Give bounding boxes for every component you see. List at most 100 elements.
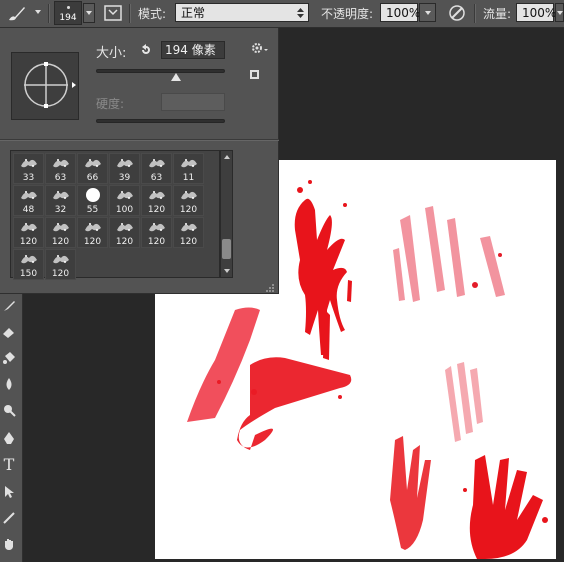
paint-bucket-icon[interactable] bbox=[0, 348, 18, 368]
brush-preset-panel: 大小: 194 像素 硬度: 33 63 66 39 63 11 48 32 55 100 120 1… bbox=[0, 27, 279, 294]
brush-preset-item[interactable]: 120 bbox=[173, 185, 204, 216]
toggle-brush-panel-button[interactable] bbox=[103, 4, 123, 22]
brush-preset-size: 63 bbox=[150, 173, 163, 183]
brush-preset-picker[interactable]: 194 bbox=[54, 1, 82, 25]
brush-preset-thumbnail-icon bbox=[20, 220, 38, 234]
brush-preset-item[interactable]: 120 bbox=[45, 249, 76, 280]
brush-preset-size: 100 bbox=[115, 205, 134, 215]
brush-preset-item[interactable]: 66 bbox=[77, 153, 108, 184]
scroll-up-arrow-icon[interactable] bbox=[224, 155, 230, 159]
size-slider[interactable] bbox=[96, 69, 225, 85]
chevron-down-icon bbox=[86, 11, 92, 15]
brush-preset-item[interactable]: 48 bbox=[13, 185, 44, 216]
brush-preset-item[interactable]: 32 bbox=[45, 185, 76, 216]
flow-label: 流量: bbox=[483, 7, 512, 21]
chevron-down-icon bbox=[557, 11, 563, 15]
pen-icon[interactable] bbox=[0, 428, 18, 448]
brush-preset-item[interactable]: 63 bbox=[141, 153, 172, 184]
brush-preset-item[interactable]: 120 bbox=[77, 217, 108, 248]
brush-preset-thumbnail-icon bbox=[52, 220, 70, 234]
blur-icon[interactable] bbox=[0, 374, 18, 394]
brush-preset-size: 120 bbox=[83, 237, 102, 247]
brush-preset-dropdown[interactable] bbox=[83, 3, 95, 23]
brush-preset-item[interactable]: 33 bbox=[13, 153, 44, 184]
hand-icon[interactable] bbox=[0, 534, 18, 554]
brush-preset-item[interactable]: 100 bbox=[109, 185, 140, 216]
brush-dot-icon bbox=[67, 6, 70, 9]
brush-preset-size: 120 bbox=[115, 237, 134, 247]
mode-label: 模式: bbox=[138, 7, 167, 21]
scrollbar-thumb[interactable] bbox=[222, 239, 231, 259]
brush-preset-item[interactable]: 120 bbox=[13, 217, 44, 248]
brush-preset-size: 120 bbox=[51, 237, 70, 247]
brush-tool-icon[interactable] bbox=[6, 3, 28, 23]
size-slider-thumb[interactable] bbox=[170, 73, 181, 81]
preset-scrollbar[interactable] bbox=[220, 150, 233, 278]
brush-icon[interactable] bbox=[0, 296, 18, 316]
brush-preset-grid[interactable]: 33 63 66 39 63 11 48 32 55 100 120 120 120 120 120 120 1… bbox=[10, 150, 220, 280]
brush-preset-item[interactable]: 11 bbox=[173, 153, 204, 184]
brush-preset-thumbnail-icon bbox=[20, 252, 38, 266]
updown-arrows-icon bbox=[297, 8, 304, 18]
divider bbox=[0, 139, 279, 140]
brush-preset-size: 48 bbox=[22, 205, 35, 215]
opacity-label: 不透明度: bbox=[321, 7, 374, 21]
divider bbox=[474, 4, 475, 23]
dodge-icon[interactable] bbox=[0, 400, 18, 420]
brush-preset-size: 120 bbox=[179, 205, 198, 215]
brush-preset-item[interactable]: 63 bbox=[45, 153, 76, 184]
crosshair-circle-icon bbox=[24, 62, 76, 108]
brush-preset-thumbnail-icon bbox=[20, 156, 38, 170]
brush-preset-thumbnail-icon bbox=[116, 188, 134, 202]
pressure-opacity-button[interactable] bbox=[446, 3, 468, 23]
brush-preset-thumbnail-icon bbox=[84, 220, 102, 234]
type-icon[interactable]: T bbox=[0, 454, 18, 474]
size-input[interactable]: 194 像素 bbox=[161, 41, 225, 59]
resize-grip-icon[interactable] bbox=[266, 281, 274, 292]
brush-preset-thumbnail-icon bbox=[180, 220, 198, 234]
gear-icon[interactable] bbox=[250, 40, 270, 56]
opacity-dropdown[interactable] bbox=[419, 3, 436, 22]
brush-preset-size: 120 bbox=[147, 237, 166, 247]
brush-preset-size: 32 bbox=[54, 205, 67, 215]
flow-input[interactable]: 100% bbox=[516, 3, 556, 22]
brush-preset-item[interactable]: 120 bbox=[45, 217, 76, 248]
brush-preset-size: 55 bbox=[86, 205, 99, 215]
brush-preset-item[interactable]: 150 bbox=[13, 249, 44, 280]
size-value: 194 像素 bbox=[165, 43, 216, 57]
brush-preset-size: 33 bbox=[22, 173, 35, 183]
brush-preset-item[interactable]: 120 bbox=[141, 217, 172, 248]
brush-preset-item[interactable]: 39 bbox=[109, 153, 140, 184]
brush-preset-thumbnail-icon bbox=[116, 156, 134, 170]
chevron-down-icon bbox=[425, 11, 431, 15]
reset-size-icon[interactable] bbox=[138, 42, 154, 58]
brush-preset-item[interactable]: 120 bbox=[173, 217, 204, 248]
brush-preset-size: 39 bbox=[118, 173, 131, 183]
eraser-icon[interactable] bbox=[0, 322, 18, 342]
new-preset-icon[interactable] bbox=[248, 68, 262, 82]
brush-preset-item[interactable]: 55 bbox=[77, 185, 108, 216]
line-icon[interactable] bbox=[0, 508, 18, 528]
flow-dropdown[interactable] bbox=[555, 3, 564, 22]
brush-preset-thumbnail-icon bbox=[52, 252, 70, 266]
brush-preset-size: 120 bbox=[51, 269, 70, 279]
brush-preset-thumbnail-icon bbox=[52, 156, 70, 170]
brush-preset-size: 120 bbox=[19, 237, 38, 247]
tool-preset-dropdown[interactable] bbox=[33, 7, 43, 17]
brush-preset-size: 63 bbox=[54, 173, 67, 183]
chevron-down-icon bbox=[35, 10, 41, 14]
brush-preset-thumbnail-icon bbox=[116, 220, 134, 234]
scroll-down-arrow-icon[interactable] bbox=[224, 269, 230, 273]
divider bbox=[129, 4, 130, 23]
path-selection-icon[interactable] bbox=[0, 482, 18, 502]
opacity-input[interactable]: 100% bbox=[380, 3, 420, 22]
brush-preset-size: 120 bbox=[179, 237, 198, 247]
mode-value: 正常 bbox=[181, 6, 206, 20]
size-label: 大小: bbox=[96, 46, 127, 61]
brush-preset-item[interactable]: 120 bbox=[109, 217, 140, 248]
brush-preset-item[interactable]: 120 bbox=[141, 185, 172, 216]
mode-select[interactable]: 正常 bbox=[175, 3, 309, 22]
brush-tip-preview[interactable] bbox=[11, 52, 79, 120]
hardness-slider-track bbox=[96, 119, 225, 123]
brush-preset-size: 150 bbox=[19, 269, 38, 279]
